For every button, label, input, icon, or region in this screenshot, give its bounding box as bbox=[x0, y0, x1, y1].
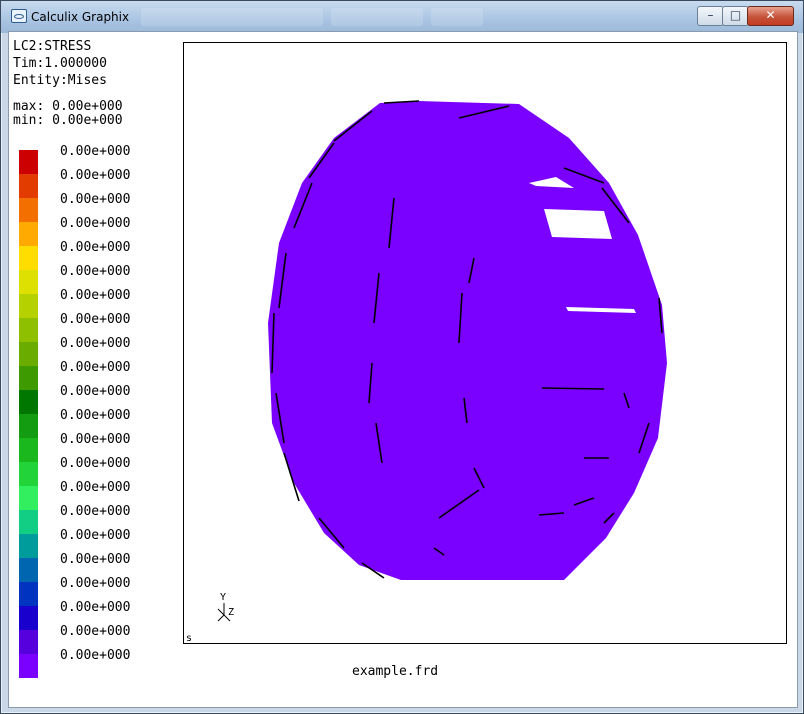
scale-value-label: 0.00e+000 bbox=[60, 456, 131, 471]
scale-value-label: 0.00e+000 bbox=[60, 624, 131, 639]
scale-value-label: 0.00e+000 bbox=[60, 192, 131, 207]
calculix-app-icon[interactable] bbox=[11, 9, 27, 23]
scale-swatch bbox=[19, 150, 38, 174]
scale-swatch bbox=[19, 294, 38, 318]
scale-swatch bbox=[19, 510, 38, 534]
scale-value-label: 0.00e+000 bbox=[60, 408, 131, 423]
scale-value-label: 0.00e+000 bbox=[60, 264, 131, 279]
scale-swatch bbox=[19, 558, 38, 582]
background-tab-ghost bbox=[431, 8, 483, 26]
scale-swatch bbox=[19, 414, 38, 438]
mesh-hole bbox=[544, 209, 612, 239]
axis-y-label: Y bbox=[220, 592, 226, 603]
scale-swatch bbox=[19, 390, 38, 414]
scale-swatch bbox=[19, 222, 38, 246]
result-filename: example.frd bbox=[352, 664, 439, 679]
scale-swatch bbox=[19, 654, 38, 678]
scale-swatch bbox=[19, 534, 38, 558]
scale-value-label: 0.00e+000 bbox=[60, 216, 131, 231]
scale-value-label: 0.00e+000 bbox=[60, 432, 131, 447]
scale-value-label: 0.00e+000 bbox=[60, 144, 131, 159]
scale-value-label: 0.00e+000 bbox=[60, 384, 131, 399]
scale-swatch bbox=[19, 606, 38, 630]
minimize-button[interactable]: – bbox=[697, 6, 724, 26]
title-bar[interactable]: Calculix Graphix – □ ✕ bbox=[1, 1, 803, 33]
scale-value-label: 0.00e+000 bbox=[60, 504, 131, 519]
scale-value-label: 0.00e+000 bbox=[60, 552, 131, 567]
scale-value-label: 0.00e+000 bbox=[60, 360, 131, 375]
scale-swatch bbox=[19, 366, 38, 390]
scale-swatch bbox=[19, 630, 38, 654]
time-label: Tim:1.000000 bbox=[13, 56, 107, 71]
model-viewport[interactable]: Y Z s bbox=[183, 42, 787, 644]
scale-value-label: 0.00e+000 bbox=[60, 528, 131, 543]
entity-label: Entity:Mises bbox=[13, 73, 107, 88]
scale-value-label: 0.00e+000 bbox=[60, 312, 131, 327]
loadcase-label: LC2:STRESS bbox=[13, 39, 92, 54]
graphics-client-area[interactable]: LC2:STRESS Tim:1.000000 Entity:Mises max… bbox=[8, 31, 798, 708]
app-window: Calculix Graphix – □ ✕ LC2:STRESS Tim:1.… bbox=[0, 0, 804, 714]
scale-value-label: 0.00e+000 bbox=[60, 240, 131, 255]
window-title: Calculix Graphix bbox=[31, 10, 130, 24]
scale-value-label: 0.00e+000 bbox=[60, 168, 131, 183]
scale-value-label: 0.00e+000 bbox=[60, 336, 131, 351]
scale-swatch bbox=[19, 174, 38, 198]
scale-swatch bbox=[19, 582, 38, 606]
scale-swatch bbox=[19, 246, 38, 270]
scale-swatch bbox=[19, 270, 38, 294]
close-button[interactable]: ✕ bbox=[747, 6, 794, 26]
wheel-model-mesh bbox=[268, 101, 667, 580]
background-tab-ghost bbox=[141, 8, 323, 26]
scale-swatch bbox=[19, 462, 38, 486]
model-canvas[interactable]: Y Z s bbox=[184, 43, 786, 643]
scale-swatch bbox=[19, 318, 38, 342]
background-tab-ghost bbox=[331, 8, 423, 26]
scale-swatch bbox=[19, 198, 38, 222]
min-value-label: min: 0.00e+000 bbox=[13, 113, 123, 128]
axis-z-label: Z bbox=[228, 607, 234, 618]
scale-swatch bbox=[19, 342, 38, 366]
scale-swatch bbox=[19, 438, 38, 462]
scale-value-label: 0.00e+000 bbox=[60, 480, 131, 495]
scale-value-label: 0.00e+000 bbox=[60, 288, 131, 303]
scale-value-label: 0.00e+000 bbox=[60, 648, 131, 663]
maximize-button[interactable]: □ bbox=[722, 6, 749, 26]
max-value-label: max: 0.00e+000 bbox=[13, 99, 123, 114]
view-mode-indicator: s bbox=[186, 633, 192, 643]
scale-swatch bbox=[19, 486, 38, 510]
scale-value-label: 0.00e+000 bbox=[60, 576, 131, 591]
scale-value-label: 0.00e+000 bbox=[60, 600, 131, 615]
